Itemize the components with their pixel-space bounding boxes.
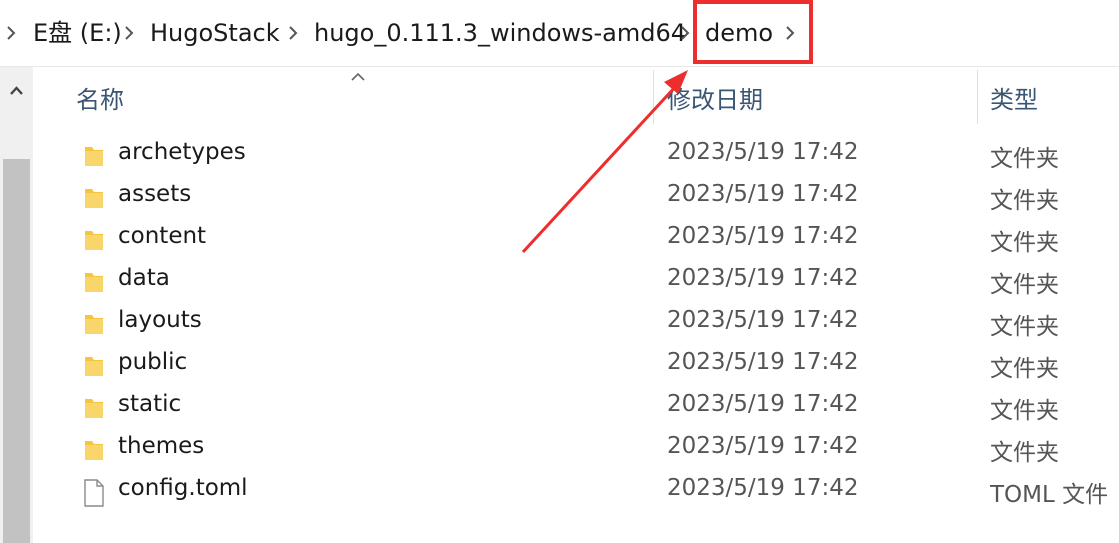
- file-type: 文件夹: [990, 230, 1059, 256]
- file-name: themes: [118, 433, 205, 459]
- file-row[interactable]: assets 2023/5/19 17:42 文件夹: [33, 178, 1119, 220]
- file-name: assets: [118, 181, 192, 207]
- file-modified-date: 2023/5/19 17:42: [667, 181, 859, 207]
- file-modified-date: 2023/5/19 17:42: [667, 223, 859, 249]
- folder-icon: [82, 395, 106, 421]
- file-type: 文件夹: [990, 188, 1059, 214]
- chevron-right-icon[interactable]: [6, 14, 16, 52]
- file-modified-date: 2023/5/19 17:42: [667, 307, 859, 333]
- file-name: static: [118, 391, 182, 417]
- file-row[interactable]: archetypes 2023/5/19 17:42 文件夹: [33, 136, 1119, 178]
- file-modified-date: 2023/5/19 17:42: [667, 475, 859, 501]
- folder-icon: [82, 227, 106, 253]
- column-header-row: 名称 修改日期 类型: [33, 70, 1119, 124]
- file-type: 文件夹: [990, 314, 1059, 340]
- divider: [0, 66, 1119, 67]
- file-row[interactable]: themes 2023/5/19 17:42 文件夹: [33, 430, 1119, 472]
- file-modified-date: 2023/5/19 17:42: [667, 391, 859, 417]
- scroll-up-icon[interactable]: [0, 67, 33, 115]
- file-icon: [82, 479, 106, 507]
- file-row[interactable]: data 2023/5/19 17:42 文件夹: [33, 262, 1119, 304]
- file-modified-date: 2023/5/19 17:42: [667, 433, 859, 459]
- file-row[interactable]: layouts 2023/5/19 17:42 文件夹: [33, 304, 1119, 346]
- file-type: 文件夹: [990, 146, 1059, 172]
- chevron-right-icon[interactable]: [288, 14, 298, 52]
- file-type: 文件夹: [990, 356, 1059, 382]
- file-name: public: [118, 349, 188, 375]
- column-header-name[interactable]: 名称: [76, 80, 124, 115]
- chevron-right-icon[interactable]: [680, 14, 690, 52]
- file-type: TOML 文件: [990, 482, 1109, 508]
- file-modified-date: 2023/5/19 17:42: [667, 139, 859, 165]
- column-divider[interactable]: [977, 70, 978, 124]
- folder-icon: [82, 437, 106, 463]
- folder-icon: [82, 353, 106, 379]
- file-row[interactable]: public 2023/5/19 17:42 文件夹: [33, 346, 1119, 388]
- folder-icon: [82, 269, 106, 295]
- file-row[interactable]: static 2023/5/19 17:42 文件夹: [33, 388, 1119, 430]
- chevron-right-icon[interactable]: [124, 14, 134, 52]
- file-name: archetypes: [118, 139, 246, 165]
- file-row[interactable]: config.toml 2023/5/19 17:42 TOML 文件: [33, 472, 1119, 514]
- file-name: config.toml: [118, 475, 248, 501]
- breadcrumb-item-hugo-folder[interactable]: hugo_0.111.3_windows-amd64: [314, 14, 686, 52]
- folder-icon: [82, 311, 106, 337]
- file-modified-date: 2023/5/19 17:42: [667, 349, 859, 375]
- column-divider[interactable]: [653, 70, 654, 124]
- file-type: 文件夹: [990, 272, 1059, 298]
- column-header-date[interactable]: 修改日期: [667, 80, 763, 115]
- file-name: data: [118, 265, 170, 291]
- column-header-type[interactable]: 类型: [990, 80, 1038, 115]
- breadcrumb-item-hugostack[interactable]: HugoStack: [150, 14, 280, 52]
- file-name: content: [118, 223, 207, 249]
- file-name: layouts: [118, 307, 202, 333]
- file-row[interactable]: content 2023/5/19 17:42 文件夹: [33, 220, 1119, 262]
- vertical-scrollbar[interactable]: [0, 67, 33, 543]
- folder-icon: [82, 185, 106, 211]
- file-type: 文件夹: [990, 440, 1059, 466]
- folder-icon: [82, 143, 106, 169]
- scrollbar-thumb[interactable]: [3, 159, 30, 543]
- sort-ascending-icon: [351, 67, 365, 86]
- annotation-highlight-box: [693, 0, 813, 64]
- file-type: 文件夹: [990, 398, 1059, 424]
- breadcrumb-item-drive[interactable]: E盘 (E:): [33, 14, 122, 52]
- file-modified-date: 2023/5/19 17:42: [667, 265, 859, 291]
- breadcrumb: E盘 (E:) HugoStack hugo_0.111.3_windows-a…: [0, 0, 1119, 66]
